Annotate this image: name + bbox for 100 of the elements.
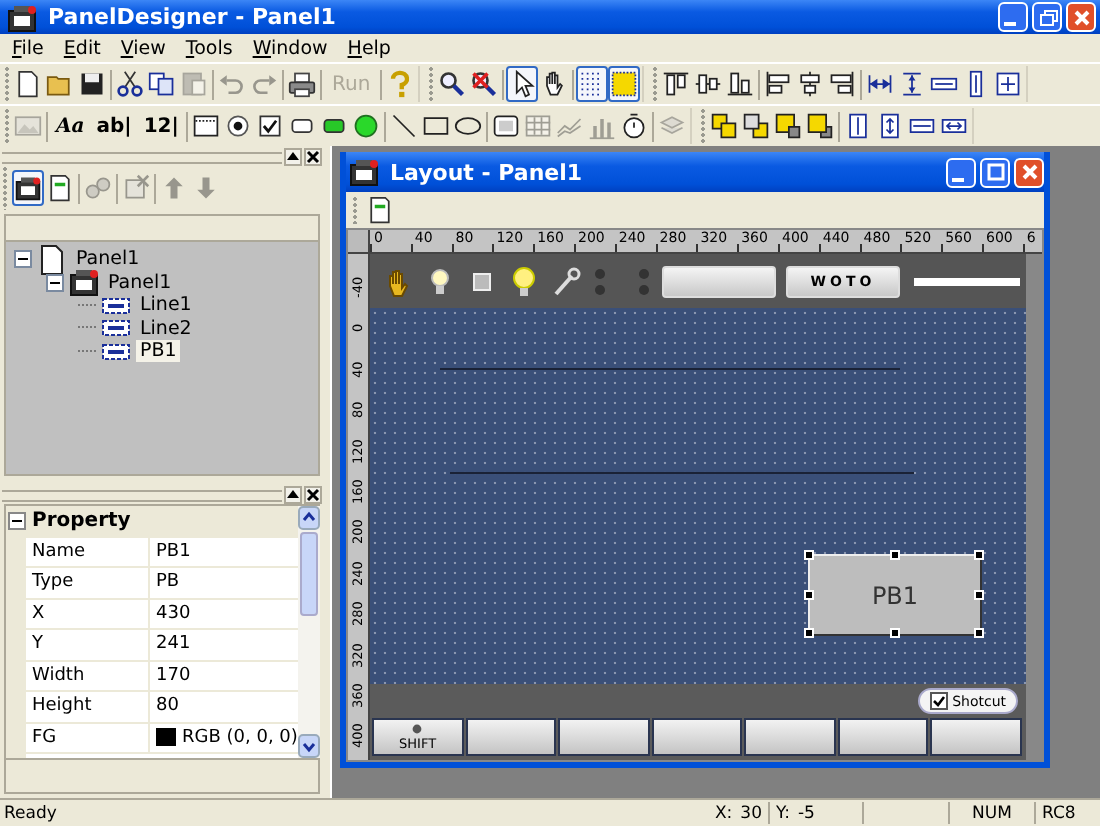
restore-button[interactable]	[1032, 2, 1062, 32]
scroll-up-button[interactable]	[297, 506, 320, 530]
property-name: Width	[26, 661, 150, 690]
menu-item[interactable]: File	[2, 37, 54, 59]
property-value[interactable]: PB1	[150, 537, 298, 566]
soft-key[interactable]	[930, 718, 1023, 756]
status-message: Ready	[2, 803, 59, 823]
status-text: X:	[714, 803, 733, 823]
close-button[interactable]	[304, 486, 322, 504]
collapse-icon[interactable]	[46, 273, 64, 291]
collapse-icon[interactable]	[14, 250, 32, 268]
copy-icon[interactable]	[148, 70, 176, 98]
stopwatch-icon[interactable]	[620, 112, 649, 140]
tree-item[interactable]: Line1	[136, 294, 196, 316]
property-value[interactable]: 80	[150, 692, 298, 721]
bring-forward-icon[interactable]	[774, 112, 803, 140]
resize-handle[interactable]	[804, 550, 814, 560]
scroll-thumb[interactable]	[299, 532, 318, 616]
new-file-icon[interactable]	[14, 70, 42, 98]
space-vertical-icon[interactable]	[898, 70, 927, 98]
window-title: PanelDesigner - Panel1	[46, 4, 338, 30]
soft-key[interactable]	[744, 718, 836, 756]
tree-item[interactable]: Panel1	[104, 271, 176, 293]
resize-handle[interactable]	[804, 589, 814, 599]
key-icon[interactable]	[492, 112, 521, 140]
panel-icon[interactable]	[14, 174, 42, 202]
align-bottom-icon[interactable]	[726, 70, 755, 98]
close-button[interactable]	[304, 148, 322, 166]
lamp-icon[interactable]	[352, 112, 381, 140]
panel-button[interactable]	[662, 265, 776, 297]
minimize-button[interactable]	[946, 157, 976, 187]
pane-grip[interactable]	[2, 151, 282, 163]
scissors-icon[interactable]	[116, 70, 144, 98]
page-icon[interactable]	[366, 196, 394, 224]
resize-handle[interactable]	[889, 628, 899, 638]
minimize-button[interactable]	[998, 2, 1028, 32]
checkbox-icon[interactable]	[256, 112, 285, 140]
panel-icon	[348, 156, 380, 188]
hand-icon[interactable]	[540, 70, 569, 98]
send-to-back-icon[interactable]	[742, 112, 771, 140]
send-backward-icon[interactable]	[806, 112, 835, 140]
maximize-button[interactable]	[980, 157, 1010, 187]
checkbox[interactable]	[930, 692, 949, 710]
menu-item[interactable]: View	[110, 37, 176, 59]
collapse-icon[interactable]	[7, 511, 25, 530]
property-value[interactable]: PB	[150, 568, 298, 597]
same-size-icon[interactable]	[994, 70, 1023, 98]
ellipse-icon[interactable]	[454, 112, 483, 140]
pin-button[interactable]	[284, 486, 302, 504]
property-value[interactable]: 170	[150, 661, 298, 690]
pin-button[interactable]	[284, 148, 302, 166]
minimize-icon	[952, 177, 964, 181]
soft-key[interactable]	[837, 718, 929, 756]
scroll-down-button[interactable]	[297, 734, 320, 758]
property-value[interactable]: RGB (0, 0, 0)	[182, 727, 298, 748]
rectangle-icon[interactable]	[422, 112, 451, 140]
center-vertically-icon[interactable]	[844, 112, 873, 140]
resize-handle[interactable]	[974, 628, 984, 638]
tree-item[interactable]: Line2	[136, 317, 196, 339]
close-icon	[1069, 5, 1093, 29]
resize-handle[interactable]	[889, 550, 899, 560]
soft-key[interactable]	[465, 718, 557, 756]
window-icon[interactable]	[192, 112, 221, 140]
align-middle-icon[interactable]	[694, 70, 723, 98]
menu-item[interactable]: Window	[242, 37, 338, 59]
resize-handle[interactable]	[804, 628, 814, 638]
snap-grid-icon[interactable]	[610, 70, 639, 98]
distribute-vertically-icon[interactable]	[876, 112, 905, 140]
pane-grip[interactable]	[2, 489, 282, 501]
property-value[interactable]: 430	[150, 599, 298, 628]
menu-item[interactable]: Edit	[53, 37, 111, 59]
align-center-icon[interactable]	[796, 70, 825, 98]
menu-item[interactable]: Help	[337, 37, 401, 59]
property-value[interactable]: 241	[150, 630, 298, 659]
status-text: 30	[740, 803, 762, 823]
radio-button-icon[interactable]	[224, 112, 253, 140]
align-left-icon[interactable]	[764, 70, 793, 98]
magnifier-cross-icon[interactable]	[470, 70, 499, 98]
tree-item[interactable]: Panel1	[72, 248, 144, 270]
bulb-icon	[508, 265, 540, 297]
resize-handle[interactable]	[974, 550, 984, 560]
push-button[interactable]: PB1	[808, 554, 982, 636]
line-icon[interactable]	[390, 112, 419, 140]
folder-icon[interactable]	[46, 70, 74, 98]
menu-item[interactable]: Tools	[175, 37, 243, 59]
resize-handle[interactable]	[974, 589, 984, 599]
property-name: X	[26, 599, 150, 628]
page-icon[interactable]	[46, 174, 74, 202]
bring-to-front-icon[interactable]	[710, 112, 739, 140]
font-tool-button[interactable]: Aa	[50, 108, 91, 144]
text-field-tool-button[interactable]: ab|	[90, 108, 138, 144]
printer-icon[interactable]	[288, 70, 316, 98]
number-field-tool-button[interactable]: 12|	[137, 108, 185, 144]
align-top-icon[interactable]	[662, 70, 691, 98]
soft-key[interactable]	[651, 718, 743, 756]
soft-key[interactable]	[558, 718, 650, 756]
space-horizontal-icon[interactable]	[866, 70, 895, 98]
magnifier-icon[interactable]	[438, 70, 467, 98]
tree-item[interactable]: PB1	[136, 340, 181, 362]
align-right-icon[interactable]	[828, 70, 857, 98]
